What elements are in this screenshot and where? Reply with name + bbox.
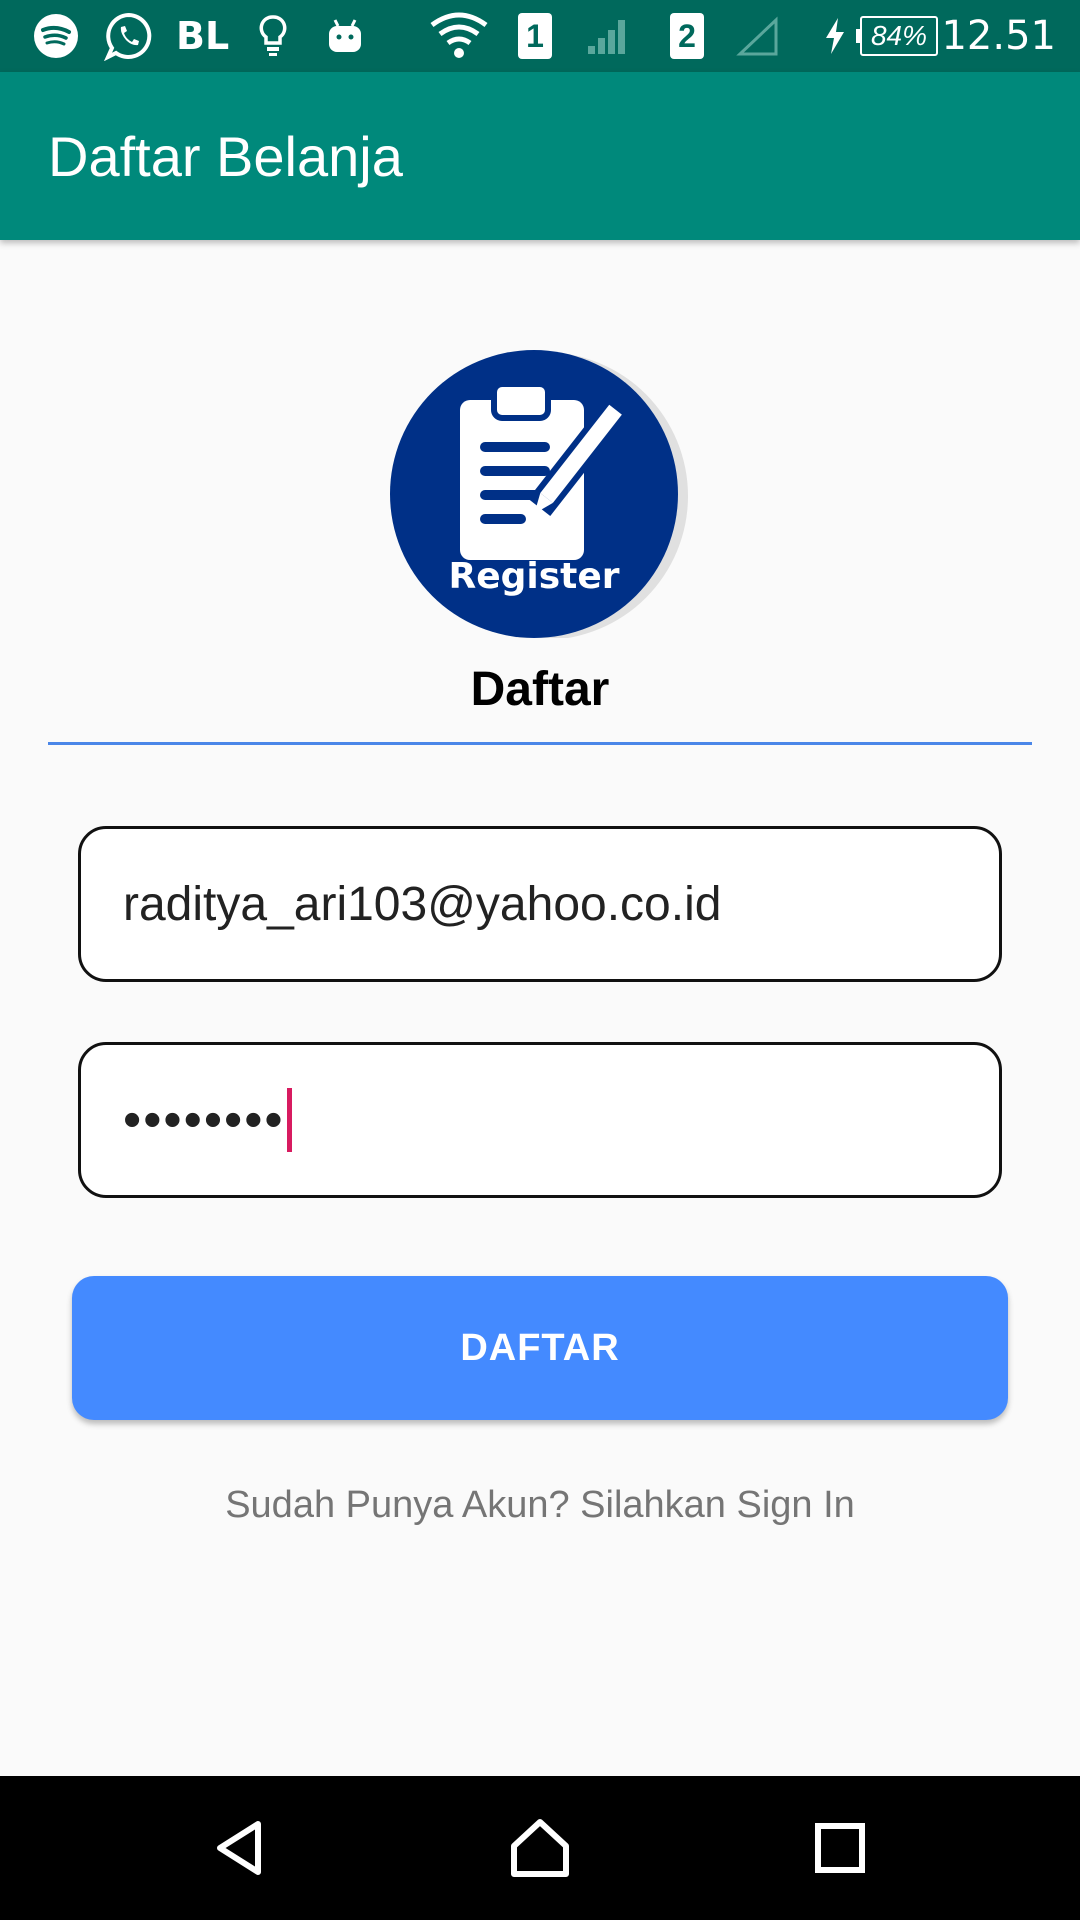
email-field[interactable]: raditya_ari103@yahoo.co.id [78, 826, 1002, 982]
lightbulb-icon [254, 0, 292, 72]
android-icon [322, 0, 368, 72]
register-logo: Register [390, 348, 690, 640]
register-button[interactable]: DAFTAR [72, 1276, 1008, 1420]
navigation-bar [0, 1776, 1080, 1920]
spotify-icon [30, 0, 82, 72]
sim2-icon: 2 [668, 0, 706, 72]
sim1-icon: 1 [516, 0, 554, 72]
recents-icon[interactable] [780, 1776, 900, 1920]
app-bar: Daftar Belanja [0, 72, 1080, 240]
wifi-icon [428, 0, 490, 72]
battery-icon: 84% [860, 16, 938, 56]
password-field[interactable]: •••••••• [78, 1042, 1002, 1198]
page-title: Daftar [470, 663, 610, 716]
clock: 12.51 [941, 13, 1056, 59]
signal-empty-icon [734, 0, 782, 72]
whatsapp-icon [102, 0, 156, 72]
carrier-label: BL [176, 14, 230, 58]
status-bar: BL 1 2 84% 12.51 [0, 0, 1080, 72]
app-title: Daftar Belanja [48, 124, 403, 188]
charging-icon [820, 0, 850, 72]
email-value: raditya_ari103@yahoo.co.id [123, 877, 722, 931]
divider [48, 742, 1032, 745]
signal-icon [584, 0, 634, 72]
back-icon[interactable] [180, 1776, 300, 1920]
logo-label: Register [448, 556, 619, 597]
password-value: •••••••• [123, 1091, 285, 1149]
text-cursor [286, 1088, 292, 1152]
signin-link[interactable]: Sudah Punya Akun? Silahkan Sign In [0, 1484, 1080, 1527]
home-icon[interactable] [480, 1776, 600, 1920]
